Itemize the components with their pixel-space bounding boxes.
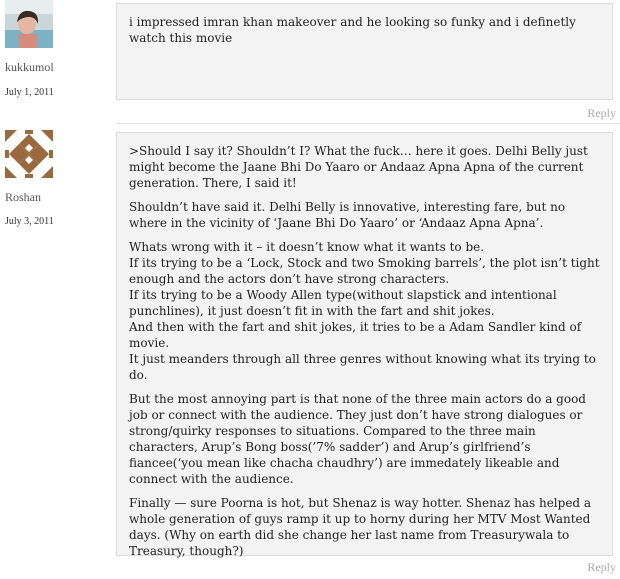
comment-paragraph: But the most annoying part is that none … — [129, 392, 586, 486]
comment-paragraph: i impressed imran khan makeover and he l… — [129, 15, 576, 45]
comment-1: kukkumol July 1, 2011 i impressed imran … — [0, 0, 620, 130]
comment-body: >Should I say it? Shouldn’t I? What the … — [116, 132, 613, 558]
comment-author[interactable]: Roshan — [5, 190, 41, 205]
comment-author[interactable]: kukkumol — [5, 60, 54, 75]
comment-paragraph: Finally — sure Poorna is hot, but Shenaz… — [129, 496, 592, 558]
reply-link[interactable]: Reply — [587, 560, 616, 575]
comment-paragraph: Whats wrong with it – it doesn’t know wh… — [129, 240, 600, 382]
comment-body: i impressed imran khan makeover and he l… — [116, 3, 613, 100]
comment-paragraph: >Should I say it? Shouldn’t I? What the … — [129, 144, 588, 190]
comment-paragraph: Shouldn’t have said it. Delhi Belly is i… — [129, 200, 566, 230]
photo-avatar-icon[interactable] — [5, 0, 53, 48]
geometric-pattern-avatar-icon[interactable] — [5, 130, 53, 178]
comment-date[interactable]: July 1, 2011 — [5, 87, 54, 98]
divider — [116, 123, 620, 124]
comment-2: Roshan July 3, 2011 >Should I say it? Sh… — [0, 126, 620, 579]
reply-link[interactable]: Reply — [587, 106, 616, 121]
comment-date[interactable]: July 3, 2011 — [5, 216, 54, 227]
